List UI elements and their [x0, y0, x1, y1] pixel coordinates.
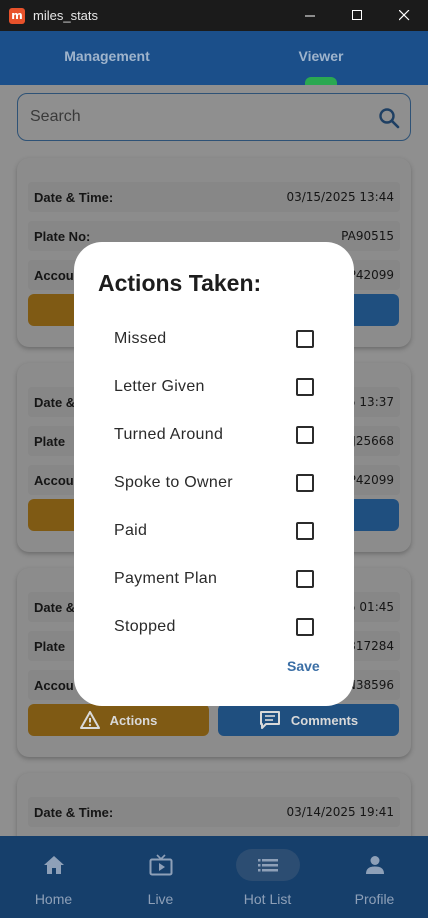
- minimize-icon: [305, 15, 315, 17]
- list-icon: [257, 859, 278, 872]
- checkbox-spoke-to-owner[interactable]: [296, 474, 314, 492]
- warning-icon: [79, 711, 100, 729]
- row-value: 5 13:37: [347, 395, 394, 409]
- window-titlebar: m miles_stats: [0, 0, 428, 31]
- nav-label: Hot List: [243, 891, 292, 907]
- checkbox-letter-given[interactable]: [296, 378, 314, 396]
- actions-taken-dialog: Actions Taken: Missed Letter Given Turne…: [74, 242, 354, 706]
- row-value: 03/15/2025 13:44: [286, 190, 394, 204]
- actions-label: Actions: [109, 712, 158, 728]
- active-tab-indicator: [305, 77, 337, 85]
- option-label: Missed: [114, 330, 167, 347]
- tab-label: Management: [64, 48, 150, 64]
- row-value: P42099: [348, 473, 394, 487]
- actions-button[interactable]: Actions: [28, 704, 209, 736]
- option-label: Spoke to Owner: [114, 474, 233, 491]
- row-value: PA90515: [341, 229, 394, 243]
- record-card[interactable]: Date & Time: 03/14/2025 19:41: [17, 773, 411, 836]
- row-value: 317284: [348, 639, 394, 653]
- comments-label: Comments: [290, 712, 359, 728]
- option-label: Payment Plan: [114, 570, 218, 587]
- datetime-row: Date & Time: 03/14/2025 19:41: [28, 797, 400, 827]
- row-value: 03/14/2025 19:41: [286, 805, 394, 819]
- tab-viewer[interactable]: Viewer: [214, 31, 428, 85]
- option-label: Letter Given: [114, 378, 205, 395]
- checkbox-stopped[interactable]: [296, 618, 314, 636]
- search-icon[interactable]: [378, 107, 400, 129]
- option-letter-given[interactable]: Letter Given: [114, 372, 314, 402]
- option-label: Turned Around: [114, 426, 224, 443]
- home-icon: [43, 856, 64, 874]
- window-title: miles_stats: [33, 8, 99, 23]
- nav-item-home[interactable]: Home: [0, 836, 107, 918]
- maximize-button[interactable]: [334, 0, 381, 31]
- option-stopped[interactable]: Stopped: [114, 612, 314, 642]
- row-label: Plate: [34, 433, 66, 449]
- minimize-button[interactable]: [287, 0, 334, 31]
- row-label: Date &: [34, 599, 76, 615]
- nav-label: Profile: [354, 891, 395, 907]
- row-label: Accou: [34, 267, 74, 283]
- row-label: Plate No:: [34, 228, 91, 244]
- option-payment-plan[interactable]: Payment Plan: [114, 564, 314, 594]
- tab-label: Viewer: [298, 48, 344, 64]
- close-button[interactable]: [381, 0, 428, 31]
- row-value: 5 01:45: [347, 600, 394, 614]
- option-label: Paid: [114, 522, 148, 539]
- checkbox-missed[interactable]: [296, 330, 314, 348]
- option-paid[interactable]: Paid: [114, 516, 314, 546]
- tab-management[interactable]: Management: [0, 31, 214, 85]
- row-label: Accou: [34, 677, 74, 693]
- row-value: J25668: [352, 434, 394, 448]
- nav-label: Home: [34, 891, 73, 907]
- row-label: Accou: [34, 472, 74, 488]
- person-icon: [365, 856, 384, 874]
- comment-icon: [259, 711, 280, 729]
- nav-item-hot-list[interactable]: Hot List: [214, 836, 321, 918]
- nav-label: Live: [147, 891, 174, 907]
- save-button[interactable]: Save: [287, 658, 320, 674]
- row-label: Date & Time:: [34, 804, 114, 820]
- close-icon: [399, 10, 410, 21]
- row-label: Date &: [34, 394, 76, 410]
- checkbox-paid[interactable]: [296, 522, 314, 540]
- option-missed[interactable]: Missed: [114, 324, 314, 354]
- option-spoke-to-owner[interactable]: Spoke to Owner: [114, 468, 314, 498]
- search-input[interactable]: [30, 108, 360, 126]
- datetime-row: Date & Time: 03/15/2025 13:44: [28, 182, 400, 212]
- option-turned-around[interactable]: Turned Around: [114, 420, 314, 450]
- nav-item-live[interactable]: Live: [107, 836, 214, 918]
- row-label: Plate: [34, 638, 66, 654]
- search-bar: [17, 93, 411, 141]
- row-value: P42099: [348, 268, 394, 282]
- dialog-title: Actions Taken:: [98, 270, 262, 296]
- row-label: Date & Time:: [34, 189, 114, 205]
- maximize-icon: [352, 10, 362, 20]
- checkbox-turned-around[interactable]: [296, 426, 314, 444]
- comments-button[interactable]: Comments: [218, 704, 399, 736]
- bottom-nav: Home Live Hot List Profile: [0, 836, 428, 918]
- checkbox-payment-plan[interactable]: [296, 570, 314, 588]
- active-nav-indicator: [235, 849, 300, 881]
- app-logo-icon: m: [9, 7, 25, 24]
- option-label: Stopped: [114, 618, 176, 635]
- top-tab-bar: Management Viewer: [0, 31, 428, 85]
- nav-item-profile[interactable]: Profile: [321, 836, 428, 918]
- live-tv-icon: [149, 854, 172, 876]
